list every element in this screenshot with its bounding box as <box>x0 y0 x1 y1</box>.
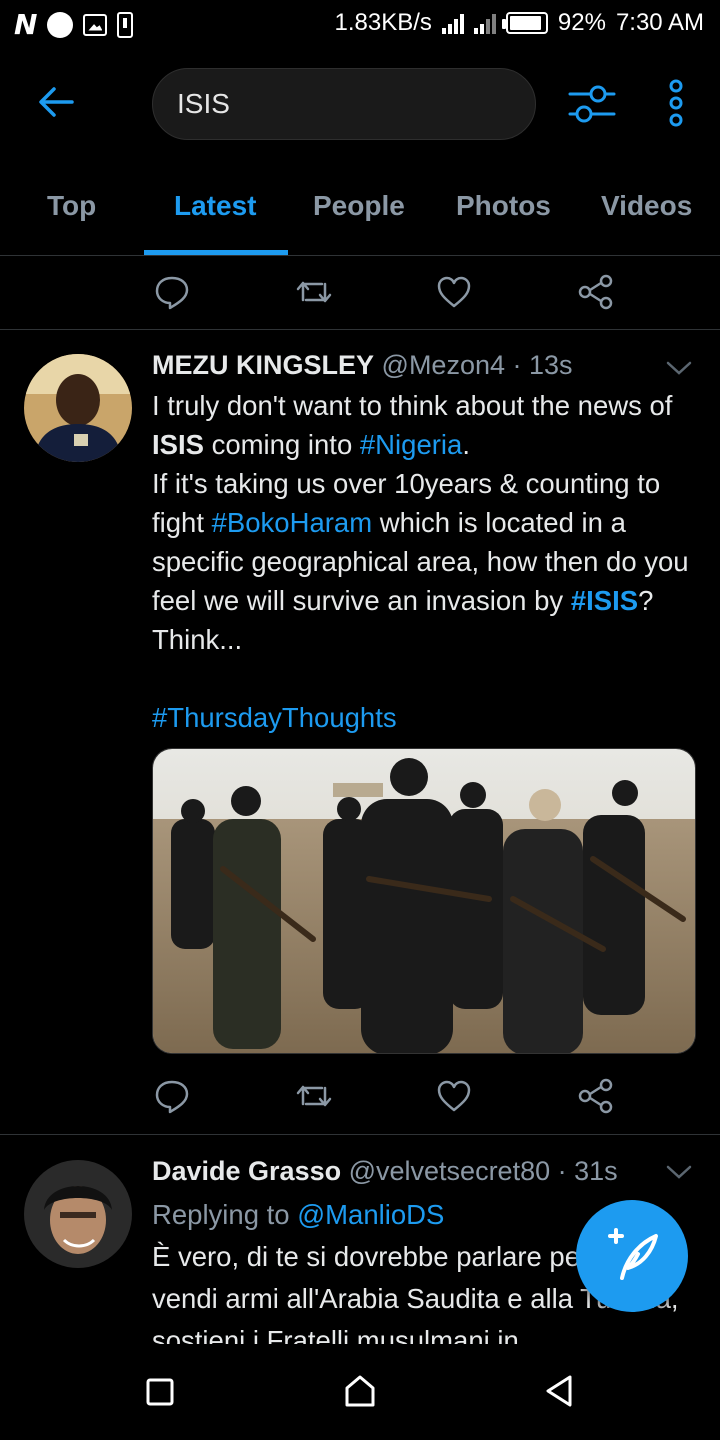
tweet-author-name[interactable]: MEZU KINGSLEY <box>152 350 374 380</box>
back-triangle-icon[interactable] <box>544 1374 574 1408</box>
signal-2-icon <box>473 12 496 34</box>
heart-icon[interactable] <box>434 272 474 312</box>
share-icon[interactable] <box>576 1076 616 1116</box>
status-right: 1.83KB/s 92% 7:30 AM <box>334 9 704 37</box>
tab-people[interactable]: People <box>313 190 405 222</box>
tab-top[interactable]: Top <box>47 190 96 222</box>
retweet-icon[interactable] <box>294 272 334 312</box>
sliders-icon[interactable] <box>568 82 616 126</box>
phone-notification-icon <box>117 11 134 38</box>
search-header: ISIS <box>0 56 720 152</box>
search-input[interactable]: ISIS <box>152 68 536 140</box>
tweet-text-segment: coming into <box>203 429 360 460</box>
compose-button[interactable] <box>576 1200 688 1312</box>
tab-photos[interactable]: Photos <box>456 190 551 222</box>
battery-percent: 92% <box>557 9 606 36</box>
tweet-keyword: ISIS <box>152 429 204 460</box>
tweet-actions <box>0 258 720 328</box>
signal-icon <box>441 12 464 34</box>
share-icon[interactable] <box>576 272 616 312</box>
avatar[interactable] <box>24 354 132 462</box>
avatar-image <box>24 1160 132 1268</box>
avatar[interactable] <box>24 1160 132 1268</box>
reply-mention-link[interactable]: @ManlioDS <box>297 1199 444 1230</box>
system-nav-bar <box>0 1344 720 1440</box>
tweet-header: MEZU KINGSLEY @Mezon4 · 13s <box>152 350 573 381</box>
tweet-header: Davide Grasso @velvetsecret80 · 31s <box>152 1156 618 1187</box>
circle-notification-icon <box>47 11 74 38</box>
home-icon[interactable] <box>344 1374 376 1408</box>
avatar-image <box>24 354 132 462</box>
retweet-icon[interactable] <box>294 1076 334 1116</box>
divider <box>0 1134 720 1135</box>
status-left-icons: N <box>14 8 134 41</box>
arrow-left-icon[interactable] <box>36 82 76 122</box>
battery-icon <box>501 12 548 34</box>
hashtag-link[interactable]: #Nigeria <box>360 429 462 460</box>
tab-videos[interactable]: Videos <box>601 190 692 222</box>
tweet-media-image[interactable] <box>152 748 696 1054</box>
battery-fill <box>509 16 542 30</box>
tweet-author-handle[interactable]: @Mezon4 <box>382 350 505 380</box>
tweet-text: I truly don't want to think about the ne… <box>152 386 700 737</box>
heart-icon[interactable] <box>434 1076 474 1116</box>
chevron-down-icon[interactable] <box>664 1162 694 1182</box>
tweet-photo <box>153 749 695 1053</box>
tweet-time: · 13s <box>512 350 573 380</box>
tab-indicator <box>144 250 288 255</box>
n-logo-icon: N <box>14 8 38 41</box>
compose-feather-icon <box>608 1228 658 1280</box>
reply-icon[interactable] <box>152 272 192 312</box>
reply-icon[interactable] <box>152 1076 192 1116</box>
tweet-text-segment: I truly don't want to think about the ne… <box>152 390 673 421</box>
search-tabs: Top Latest People Photos Videos <box>0 168 720 256</box>
tweet-actions <box>0 1062 720 1132</box>
replying-to-label: Replying to <box>152 1199 290 1230</box>
divider <box>0 329 720 330</box>
hashtag-link[interactable]: #ThursdayThoughts <box>152 702 397 733</box>
recent-apps-icon[interactable] <box>146 1378 174 1406</box>
chevron-down-icon[interactable] <box>664 358 694 378</box>
tab-latest[interactable]: Latest <box>174 190 256 222</box>
status-bar: N 1.83KB/s 92% 7:30 AM <box>0 0 720 48</box>
hashtag-link[interactable]: #BokoHaram <box>212 507 373 538</box>
network-speed: 1.83KB/s <box>334 9 432 36</box>
image-notification-icon <box>83 13 108 36</box>
hashtag-link[interactable]: #ISIS <box>571 585 638 616</box>
tweet-author-handle[interactable]: @velvetsecret80 <box>349 1156 551 1186</box>
tweet-time: · 31s <box>557 1156 618 1186</box>
tweet-text-segment: . <box>462 429 470 460</box>
tweet-author-name[interactable]: Davide Grasso <box>152 1156 341 1186</box>
more-vertical-icon[interactable] <box>662 78 690 128</box>
clock: 7:30 AM <box>615 9 704 36</box>
